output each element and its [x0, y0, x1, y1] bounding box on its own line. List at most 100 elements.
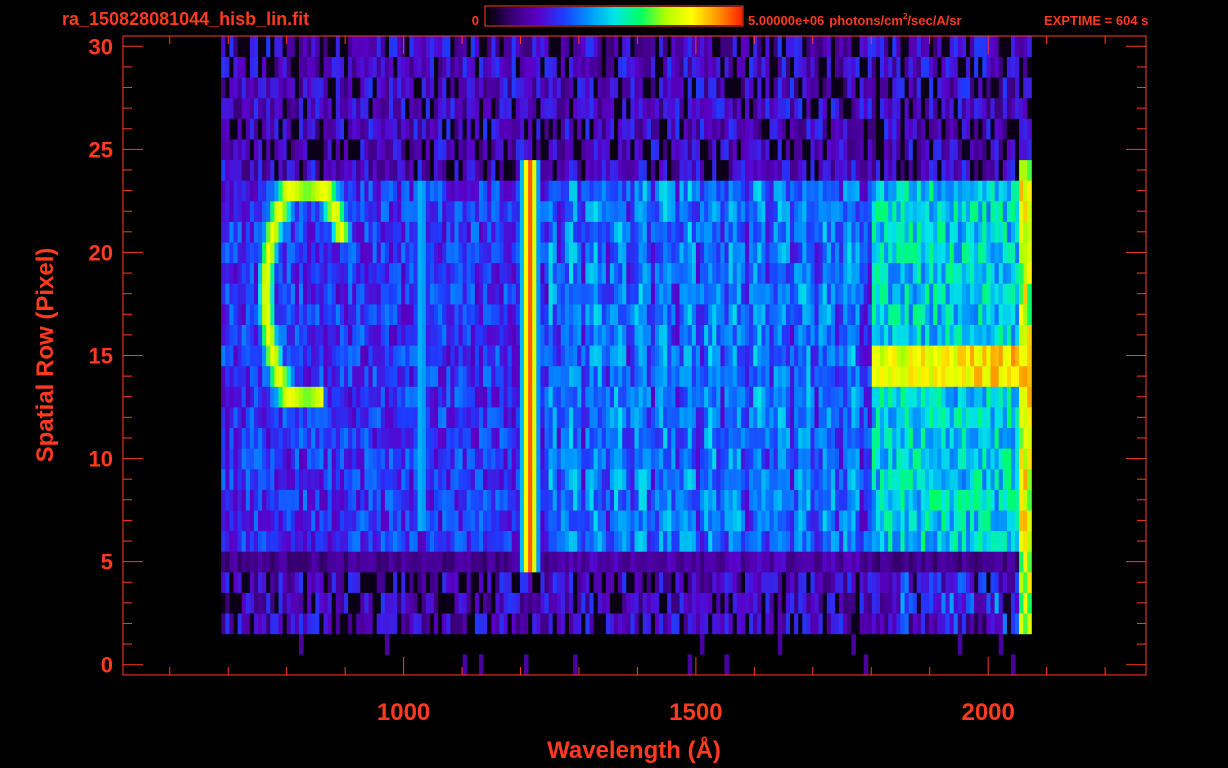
heatmap-cell [331, 427, 337, 449]
heatmap-cell [446, 221, 451, 243]
heatmap-cell [892, 200, 897, 222]
heatmap-cell [810, 386, 815, 408]
heatmap-cell [867, 304, 873, 325]
heatmap-cell [875, 180, 881, 202]
heatmap-cell [835, 304, 840, 325]
heatmap-cell [356, 510, 361, 532]
heatmap-cell [794, 592, 799, 614]
heatmap-cell [847, 510, 852, 532]
heatmap-cell [970, 159, 975, 181]
heatmap-cell [601, 407, 607, 428]
heatmap-cell [630, 530, 635, 552]
heatmap-cell [368, 200, 373, 222]
heatmap-cell [618, 262, 623, 284]
heatmap-cell [221, 427, 226, 449]
heatmap-cell [1015, 489, 1020, 511]
heatmap-cell [646, 468, 652, 490]
heatmap-cell [487, 407, 492, 428]
heatmap-cell [753, 592, 758, 614]
heatmap-cell [949, 365, 955, 387]
heatmap-cell [421, 283, 427, 305]
heatmap-cell [695, 221, 701, 243]
heatmap-cell [859, 200, 865, 222]
heatmap-cell [634, 324, 639, 346]
heatmap-cell [749, 530, 754, 552]
heatmap-cell [728, 139, 734, 161]
heatmap-cell [937, 283, 942, 305]
heatmap-cell [753, 510, 758, 532]
heatmap-cell [970, 613, 975, 635]
heatmap-cell [933, 407, 938, 428]
heatmap-cell [540, 551, 545, 573]
heatmap-cell [884, 262, 889, 284]
heatmap-cell [970, 242, 975, 264]
heatmap-cell [859, 571, 865, 593]
heatmap-cell [479, 510, 484, 532]
heatmap-cell [389, 118, 394, 140]
heatmap-cell [978, 324, 983, 346]
heatmap-cell [393, 118, 398, 140]
heatmap-cell [757, 427, 762, 449]
heatmap-cell [728, 468, 734, 490]
heatmap-cell [814, 365, 819, 387]
heatmap-cell [839, 427, 844, 449]
heatmap-cell [916, 427, 922, 449]
heatmap-cell [446, 468, 451, 490]
heatmap-cell [401, 180, 406, 202]
heatmap-cell [454, 571, 459, 593]
heatmap-cell [376, 200, 382, 222]
heatmap-cell [990, 489, 995, 511]
heatmap-cell [511, 489, 517, 511]
colorbar-step [632, 7, 635, 25]
heatmap-cell [794, 427, 799, 449]
heatmap-cell [908, 139, 914, 161]
heatmap-cell [892, 530, 897, 552]
heatmap-cell [421, 304, 427, 325]
heatmap-cell [1019, 283, 1024, 305]
heatmap-cell [659, 613, 664, 635]
heatmap-cell [773, 489, 779, 511]
heatmap-cell [953, 324, 959, 346]
heatmap-cell [994, 159, 1000, 181]
heatmap-cell [339, 180, 345, 202]
heatmap-cell [544, 571, 549, 593]
heatmap-cell [818, 139, 824, 161]
heatmap-cell [344, 262, 349, 284]
heatmap-cell [515, 613, 521, 635]
heatmap-cell [593, 324, 599, 346]
heatmap-cell [871, 510, 877, 532]
heatmap-cell [1023, 324, 1028, 346]
heatmap-cell [364, 407, 369, 428]
heatmap-cell [826, 386, 832, 408]
heatmap-cell [253, 427, 259, 449]
heatmap-cell [1019, 551, 1024, 573]
heatmap-cell [577, 592, 582, 614]
heatmap-cell [601, 221, 607, 243]
heatmap-cell [417, 551, 423, 573]
heatmap-cell [757, 571, 762, 593]
heatmap-cell [814, 571, 819, 593]
heatmap-cell [605, 592, 611, 614]
heatmap-cell [716, 510, 721, 532]
heatmap-cell [1027, 592, 1032, 614]
heatmap-cell [519, 427, 525, 449]
heatmap-cell [581, 613, 586, 635]
heatmap-cell [425, 571, 431, 593]
heatmap-cell [474, 159, 480, 181]
heatmap-cell [560, 139, 566, 161]
heatmap-cell [961, 345, 967, 367]
heatmap-cell [352, 304, 357, 325]
heatmap-cell [564, 613, 570, 635]
heatmap-cell [556, 386, 562, 408]
heatmap-cell [855, 386, 860, 408]
heatmap-cell [691, 592, 697, 614]
heatmap-cell [614, 304, 619, 325]
heatmap-cell [536, 345, 541, 367]
colorbar-step [638, 7, 641, 25]
heatmap-cell [237, 365, 243, 387]
heatmap-cell [233, 159, 238, 181]
heatmap-cell [364, 551, 369, 573]
heatmap-cell [708, 159, 713, 181]
heatmap-cell [577, 118, 582, 140]
heatmap-cell [311, 242, 316, 264]
